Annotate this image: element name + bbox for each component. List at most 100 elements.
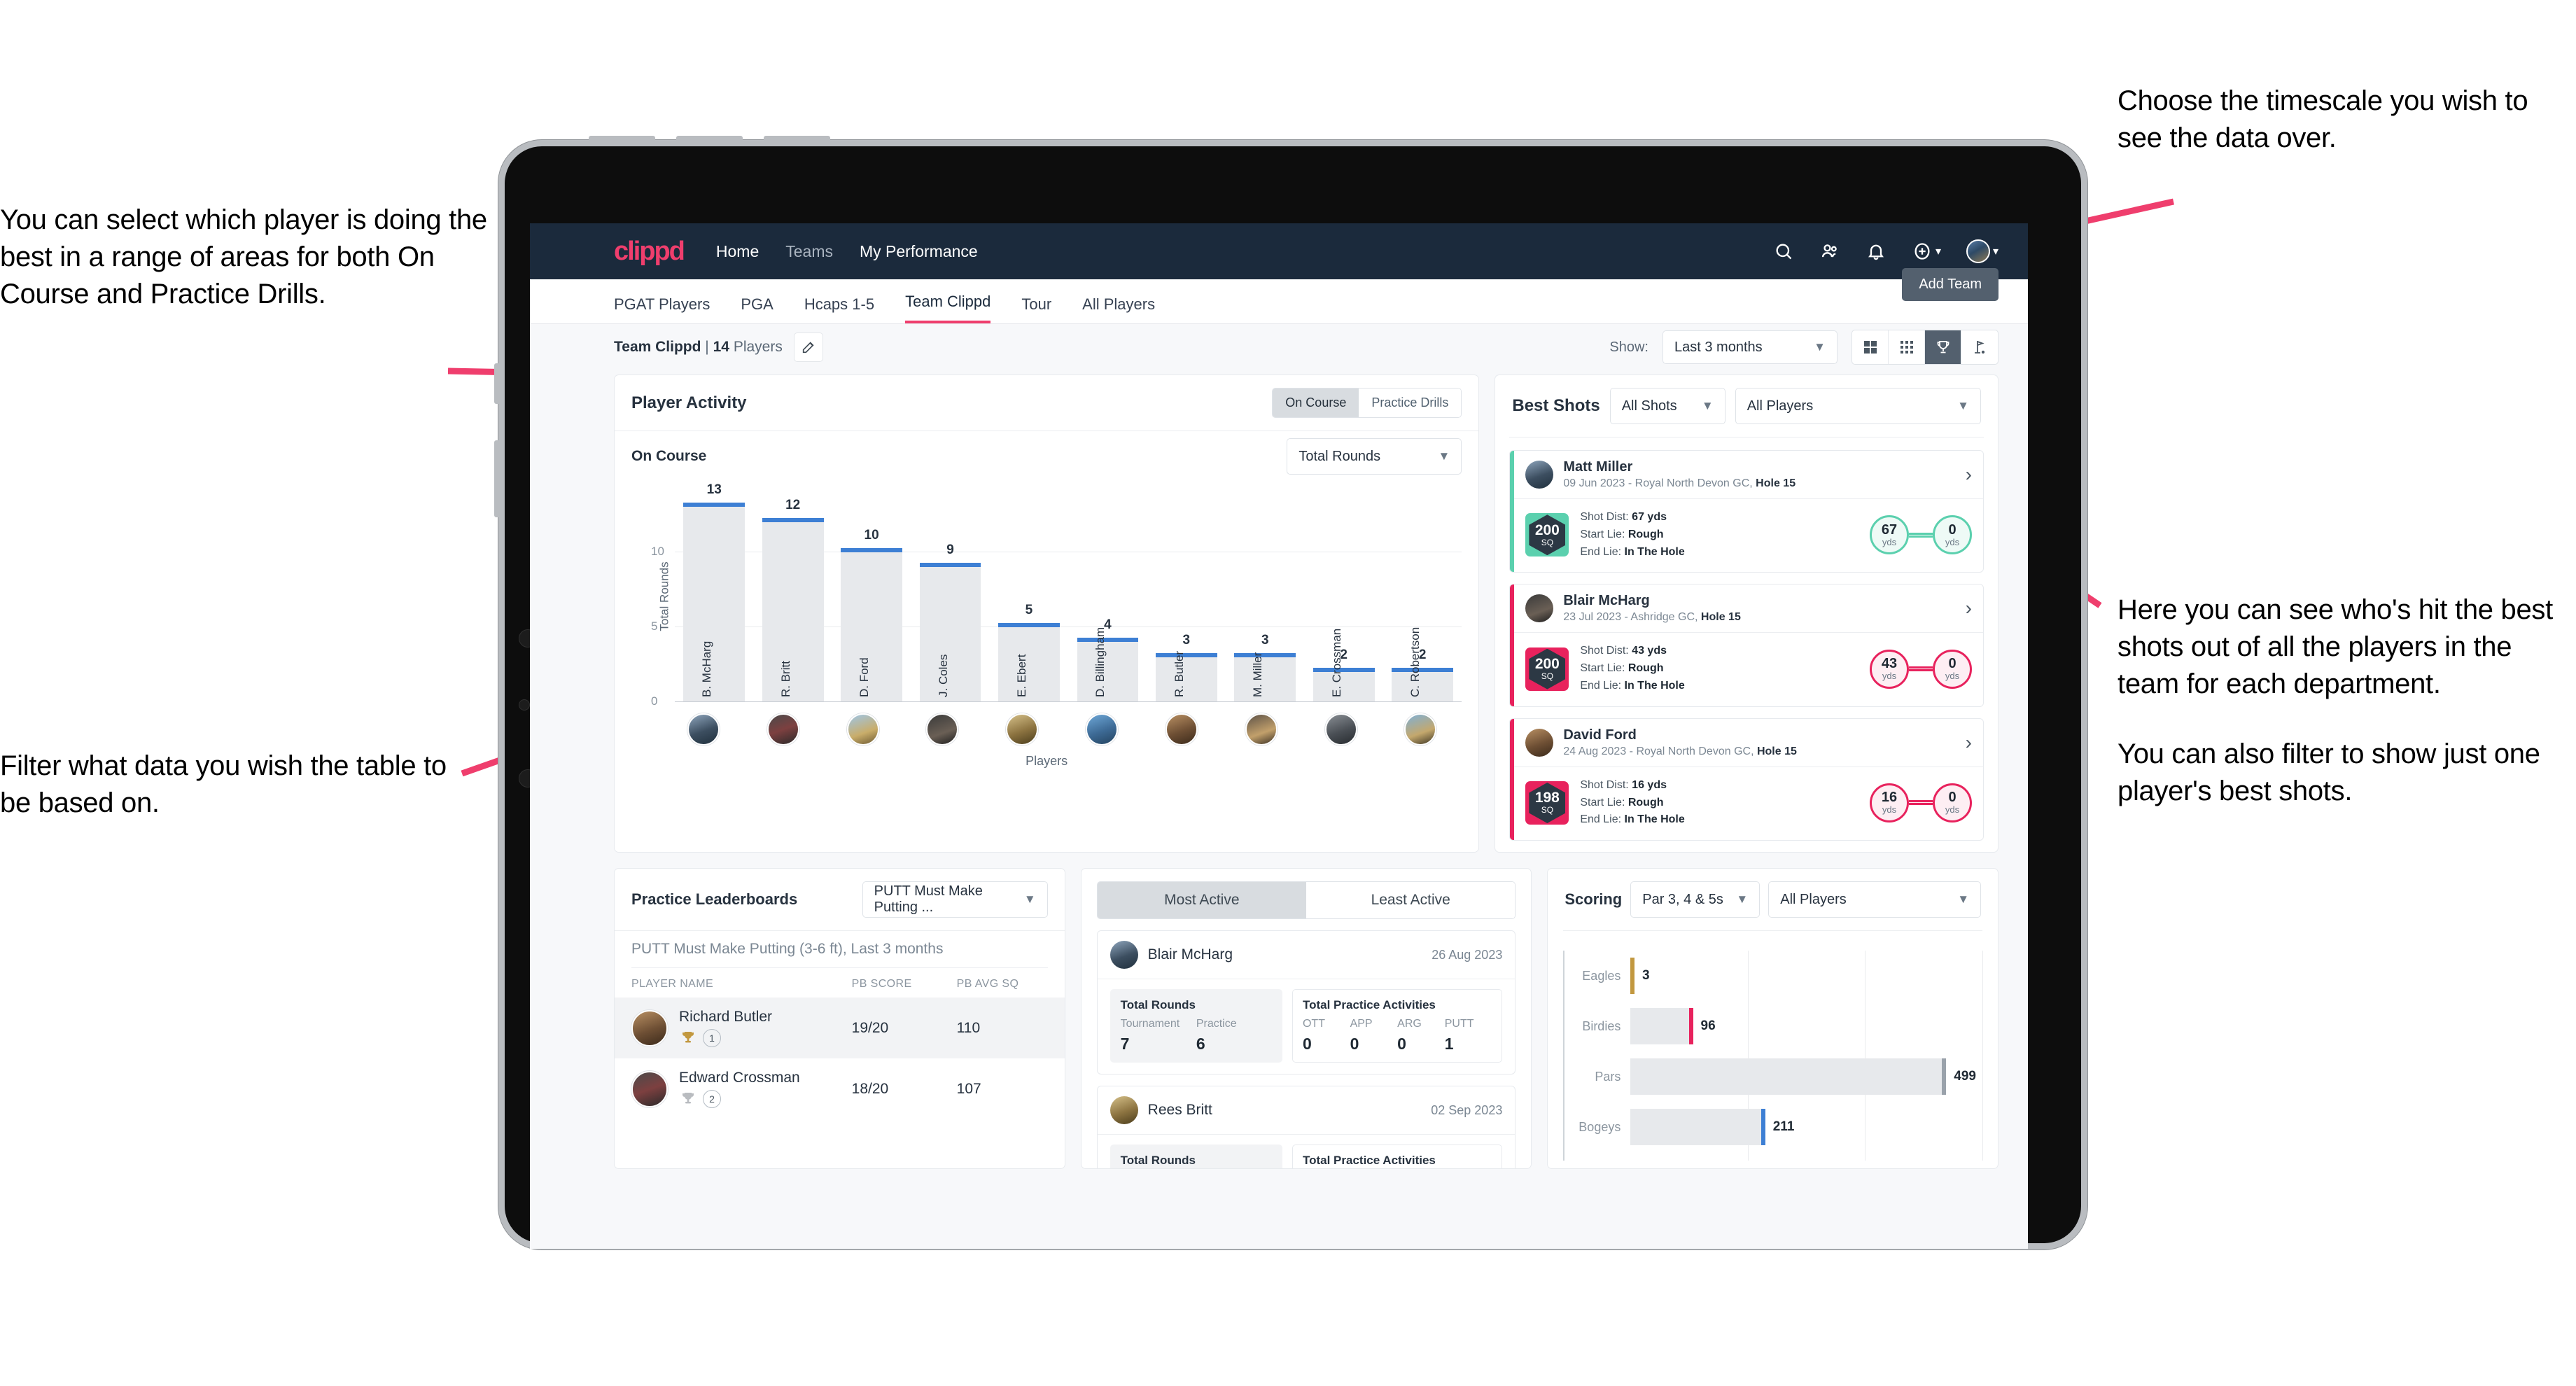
practice-activities-title: Total Practice Activities — [1302, 1154, 1436, 1168]
round-key: Practice — [1196, 1018, 1237, 1030]
nav-actions: ▾ ▾ — [1773, 239, 1998, 263]
bar-column[interactable]: 9 J. Coles — [911, 491, 989, 701]
practice-value: 1 — [1444, 1035, 1454, 1054]
tab-hcaps-1-5[interactable]: Hcaps 1-5 — [804, 295, 874, 323]
best-shots-player-filter[interactable]: All Players ▼ — [1735, 388, 1981, 424]
player-avatar[interactable] — [1165, 713, 1198, 746]
metric-select[interactable]: Total Rounds ▼ — [1287, 438, 1462, 475]
start-lie-line: Start Lie: Rough — [1580, 528, 1664, 540]
nav-link-home[interactable]: Home — [716, 242, 759, 261]
scoring-row[interactable]: Eagles 3 — [1563, 951, 1982, 1001]
activity-player-card[interactable]: Blair McHarg 26 Aug 2023 Total Rounds To… — [1096, 930, 1516, 1075]
grid-large-icon[interactable] — [1852, 330, 1889, 364]
timescale-select[interactable]: Last 3 months ▼ — [1662, 330, 1837, 364]
to-distance: 0 yds — [1933, 783, 1972, 822]
bar-column[interactable]: 2 E. Crossman — [1305, 491, 1383, 701]
player-avatar[interactable] — [1086, 713, 1119, 746]
scoring-player-filter[interactable]: All Players ▼ — [1768, 881, 1982, 918]
best-shot-card[interactable]: Matt Miller 09 Jun 2023 - Royal North De… — [1509, 450, 1984, 573]
bar-column[interactable]: 3 M. Miller — [1226, 491, 1304, 701]
scoring-par-filter[interactable]: Par 3, 4 & 5s ▼ — [1630, 881, 1760, 918]
best-shot-card[interactable]: David Ford 24 Aug 2023 - Royal North Dev… — [1509, 718, 1984, 841]
tab-pga[interactable]: PGA — [741, 295, 773, 323]
bell-icon[interactable] — [1865, 241, 1886, 262]
bar-column[interactable]: 2 C. Robertson — [1383, 491, 1462, 701]
user-menu[interactable]: ▾ — [1966, 239, 1998, 263]
from-distance: 43 yds — [1870, 649, 1909, 689]
bar-column[interactable]: 10 D. Ford — [832, 491, 911, 701]
scoring-row[interactable]: Pars 499 — [1563, 1051, 1982, 1102]
table-row[interactable]: Edward Crossman 2 18/20 107 — [615, 1058, 1065, 1119]
best-shot-meta: 23 Jul 2023 - Ashridge GC, Hole 15 — [1563, 611, 1741, 624]
divider — [1563, 930, 1983, 932]
best-shots-shot-filter-value: All Shots — [1621, 398, 1677, 414]
bar-plot: Total Rounds 10 5 0 13 B. McHarg 12 R. Brit… — [651, 482, 1462, 708]
player-cell: Richard Butler 1 — [679, 1009, 852, 1048]
player-avatar-row — [687, 713, 1437, 746]
y-tick-10: 10 — [651, 544, 664, 558]
bar-column[interactable]: 5 E. Ebert — [990, 491, 1068, 701]
pb-avg-sq-cell: 107 — [956, 1080, 981, 1097]
pb-avg-sq-cell: 110 — [956, 1019, 981, 1036]
dumbbell-link — [1909, 800, 1933, 806]
player-avatar[interactable] — [766, 713, 799, 746]
round-value: 7 — [1120, 1035, 1130, 1054]
avatar[interactable] — [1966, 239, 1990, 263]
people-icon[interactable] — [1819, 241, 1840, 262]
player-avatar[interactable] — [1324, 713, 1357, 746]
best-shot-card[interactable]: Blair McHarg 23 Jul 2023 - Ashridge GC, … — [1509, 584, 1984, 707]
tab-tour[interactable]: Tour — [1021, 295, 1051, 323]
tab-least-active[interactable]: Least Active — [1306, 882, 1516, 919]
best-shot-hole: Hole 15 — [1700, 611, 1741, 624]
practice-key: OTT — [1302, 1018, 1325, 1030]
tab-most-active[interactable]: Most Active — [1097, 882, 1307, 919]
activity-player-card[interactable]: Rees Britt 02 Sep 2023 Total Rounds Tour… — [1096, 1086, 1516, 1169]
player-avatar[interactable] — [1245, 713, 1278, 746]
player-activity-title: Player Activity — [631, 393, 747, 412]
scoring-row[interactable]: Birdies 96 — [1563, 1001, 1982, 1051]
bar-column[interactable]: 13 B. McHarg — [675, 482, 753, 701]
start-lie-line: Start Lie: Rough — [1580, 662, 1664, 675]
table-row[interactable]: Richard Butler 1 19/20 110 — [615, 997, 1065, 1059]
y-axis-label: Total Rounds — [657, 561, 671, 631]
to-value: 0 — [1948, 656, 1956, 672]
scoring-row[interactable]: Bogeys 211 — [1563, 1102, 1982, 1152]
edit-team-button[interactable] — [793, 332, 823, 362]
chevron-right-icon[interactable]: › — [1966, 463, 1972, 486]
team-sep: | — [705, 339, 709, 355]
bar-column[interactable]: 4 D. Billingham — [1068, 491, 1147, 701]
player-avatar[interactable] — [926, 713, 959, 746]
toggle-practice-drills[interactable]: Practice Drills — [1359, 388, 1462, 417]
player-avatar[interactable] — [687, 713, 720, 746]
add-team-button[interactable]: Add Team — [1902, 268, 1998, 301]
trophy-icon[interactable] — [1925, 330, 1961, 364]
bar: E. Crossman — [1312, 629, 1375, 701]
clippd-logo[interactable]: clippd — [614, 237, 685, 267]
bar-column[interactable]: 12 R. Britt — [753, 491, 832, 701]
chevron-right-icon[interactable]: › — [1966, 732, 1972, 754]
tab-pgat-players[interactable]: PGAT Players — [614, 295, 710, 323]
flag-icon[interactable] — [1961, 330, 1998, 364]
chevron-right-icon[interactable]: › — [1966, 597, 1972, 620]
bar-column[interactable]: 3 R. Butler — [1147, 491, 1226, 701]
grid-small-icon[interactable] — [1889, 330, 1925, 364]
tab-all-players[interactable]: All Players — [1082, 295, 1155, 323]
best-shot-player-name: Blair McHarg — [1563, 593, 1650, 609]
toggle-on-course[interactable]: On Course — [1273, 388, 1359, 417]
chevron-down-icon: ▼ — [1023, 892, 1036, 906]
player-avatar[interactable] — [1404, 713, 1437, 746]
player-avatar[interactable] — [1006, 713, 1039, 746]
best-shots-shot-filter[interactable]: All Shots ▼ — [1609, 388, 1726, 424]
search-icon[interactable] — [1773, 241, 1794, 262]
nav-link-teams[interactable]: Teams — [785, 242, 833, 261]
drill-select[interactable]: PUTT Must Make Putting ... ▼ — [862, 881, 1048, 918]
volume-button-1 — [589, 136, 655, 141]
plus-circle-icon[interactable] — [1912, 241, 1933, 262]
bar-value: 10 — [864, 527, 879, 542]
add-menu[interactable]: ▾ — [1912, 241, 1941, 262]
chevron-down-icon: ▼ — [1701, 399, 1714, 412]
app-screen: clippd Home Teams My Performance ▾ ▾ PGA… — [530, 223, 2028, 1249]
player-avatar[interactable] — [846, 713, 879, 746]
nav-link-my-performance[interactable]: My Performance — [860, 242, 978, 261]
tab-team-clippd[interactable]: Team Clippd — [905, 293, 991, 323]
